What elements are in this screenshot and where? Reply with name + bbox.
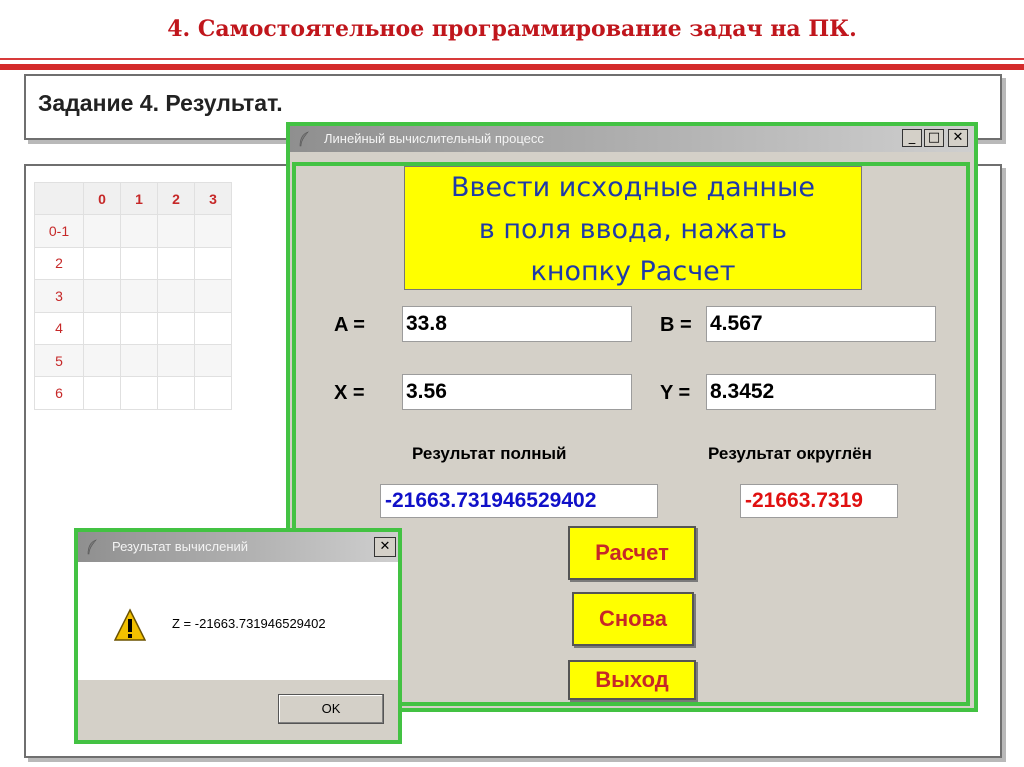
main-window-title: Линейный вычислительный процесс [324, 131, 544, 146]
label-result-full: Результат полный [412, 444, 567, 463]
again-button[interactable]: Снова [572, 592, 694, 646]
banner-line: Ввести исходные данные [451, 172, 815, 203]
title-rule-thick [0, 64, 1024, 70]
dialog-title: Результат вычислений [112, 539, 249, 554]
grid-header-cell: 0 [83, 181, 121, 216]
dialog-message: Z = -21663.731946529402 [172, 616, 326, 631]
task-heading: Задание 4. Результат. [38, 90, 283, 116]
label-x: X = [334, 382, 365, 404]
grid-row: 6 [34, 376, 232, 410]
calc-button[interactable]: Расчет [568, 526, 696, 580]
grid-header-row: 0 1 2 3 [34, 181, 232, 216]
input-a[interactable]: 33.8 [402, 306, 632, 342]
label-result-rounded: Результат округлён [708, 444, 872, 463]
maximize-button[interactable]: □ [924, 129, 944, 147]
grid-row: 5 [34, 343, 232, 378]
grid-header-cell: 2 [157, 181, 195, 216]
grid-row-label: 5 [34, 343, 84, 378]
grid-row: 4 [34, 311, 232, 345]
exit-button[interactable]: Выход [568, 660, 696, 700]
warning-icon [113, 608, 147, 644]
grid-row-label: 4 [34, 311, 84, 345]
input-b[interactable]: 4.567 [706, 306, 936, 342]
banner-line: кнопку Расчет [530, 256, 736, 287]
dialog-close-button[interactable]: ✕ [374, 537, 396, 557]
ok-button[interactable]: OK [278, 694, 384, 724]
main-window-titlebar[interactable]: Линейный вычислительный процесс _ □ ✕ [290, 126, 974, 152]
label-y: Y = [660, 382, 691, 404]
grid-row-label: 3 [34, 279, 84, 313]
input-y[interactable]: 8.3452 [706, 374, 936, 410]
label-a: A = [334, 314, 365, 336]
dialog-footer: OK [78, 680, 398, 740]
banner-line: в поля ввода, нажать [478, 214, 788, 245]
dialog-titlebar[interactable]: Результат вычислений ✕ [78, 532, 398, 562]
grid-row-label: 2 [34, 246, 84, 281]
close-button[interactable]: ✕ [948, 129, 968, 147]
grid-header-cell: 1 [120, 181, 158, 216]
instruction-banner: Ввести исходные данные в поля ввода, наж… [404, 166, 862, 290]
label-b: B = [660, 314, 692, 336]
result-dialog: Результат вычислений ✕ Z = -21663.731946… [74, 528, 402, 744]
grid-row: 0-1 [34, 214, 232, 248]
grid-row: 2 [34, 246, 232, 281]
grid-header-cell [34, 181, 84, 216]
grid-row: 3 [34, 279, 232, 313]
result-full-field: -21663.731946529402 [380, 484, 658, 518]
grid-header-cell: 3 [194, 181, 232, 216]
feather-icon [86, 539, 98, 559]
index-grid: 0 1 2 3 0-1 2 3 4 5 6 [34, 181, 232, 410]
grid-row-label: 6 [34, 376, 84, 410]
result-rounded-field: -21663.7319 [740, 484, 898, 518]
slide-title: 4. Самостоятельное программирование зада… [167, 16, 857, 42]
grid-row-label: 0-1 [34, 214, 84, 248]
input-x[interactable]: 3.56 [402, 374, 632, 410]
feather-icon [298, 131, 310, 151]
title-rule-thin [0, 58, 1024, 60]
minimize-button[interactable]: _ [902, 129, 922, 147]
